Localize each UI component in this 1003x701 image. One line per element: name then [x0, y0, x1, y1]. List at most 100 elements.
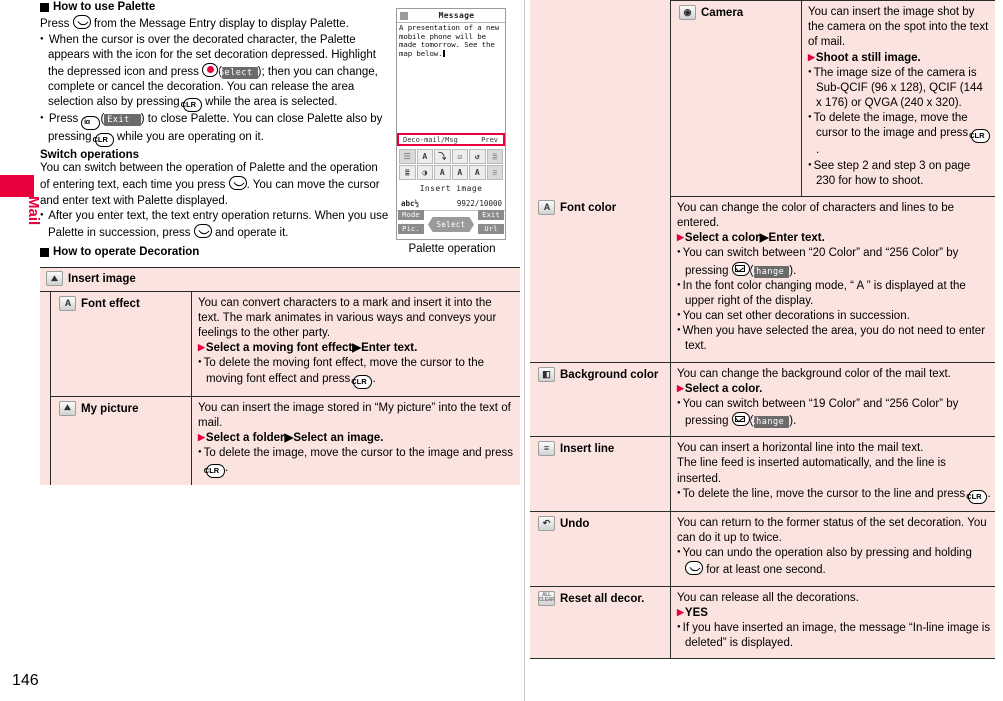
- reset-all-decor-icon: ALL CLEAR: [538, 590, 555, 606]
- mail-key-icon: [731, 412, 750, 427]
- paragraph-press-palette: Press from the Message Entry display to …: [40, 15, 390, 32]
- center-key-icon: [202, 62, 219, 77]
- bullet-line: When you have selected the area, you do …: [677, 324, 991, 354]
- palette-cell: ≡: [486, 165, 503, 180]
- row-desc-reset-all-decor: You can release all the decorations. ▶YE…: [670, 586, 995, 660]
- bullet-line: The image size of the camera is Sub-QCIF…: [808, 66, 991, 112]
- phone-softkey-url: Url: [478, 224, 504, 234]
- clr-key-icon: CLR: [204, 464, 225, 479]
- palette-cell: ⤵: [434, 149, 451, 164]
- clr-key-icon: CLR: [966, 489, 988, 504]
- group-header-row: ⛰ Insert image: [40, 267, 520, 292]
- step-line: ▶Select a folder▶Select an image.: [198, 431, 384, 444]
- figure-caption: Palette operation: [408, 243, 496, 255]
- palette-cell: A: [416, 149, 433, 164]
- row-label-font-color: A Font color: [530, 196, 671, 363]
- bullet-cursor-decorated: When the cursor is over the decorated ch…: [40, 33, 390, 113]
- decoration-table-right: ◉ Camera You can insert the image shot b…: [530, 0, 995, 660]
- figure-palette-operation: Message A presentation of a new mobile p…: [396, 8, 508, 255]
- row-label-background-color: ◧ Background color: [530, 362, 671, 438]
- phone-softkey-select: Select: [428, 217, 474, 232]
- bullet-after-enter-text: After you enter text, the text entry ope…: [40, 209, 390, 241]
- palette-cell: A: [469, 165, 486, 180]
- phone-softkey-pic: Pic.: [398, 224, 424, 234]
- call-key-icon: [72, 15, 91, 30]
- clr-key-icon: CLR: [351, 374, 373, 389]
- phone-screen-title: Message: [438, 11, 475, 20]
- row-label-reset-all-decor: ALL CLEAR Reset all decor.: [530, 586, 671, 660]
- paragraph-switch-operations: You can switch between the operation of …: [40, 162, 380, 207]
- row-label-camera: ◉ Camera: [670, 0, 802, 197]
- phone-palette-grid: ☰ A ⤵ ☑ ↺ ≣ ≣ ◑ A A A ≡: [397, 148, 505, 182]
- palette-cell: A: [434, 165, 451, 180]
- call-key-icon: [193, 223, 212, 238]
- row-label-insert-line: ≡ Insert line: [530, 436, 671, 512]
- row-desc-camera: You can insert the image shot by the cam…: [801, 0, 995, 197]
- palette-cell: ≣: [486, 149, 503, 164]
- indent-spacer: [40, 396, 51, 486]
- table-row: ◉ Camera You can insert the image shot b…: [530, 0, 995, 197]
- palette-cell: ≣: [399, 165, 416, 180]
- bullet-line: You can switch between “20 Color” and “2…: [677, 246, 991, 278]
- mail-key-icon: [731, 261, 750, 276]
- palette-cell: A: [451, 165, 468, 180]
- decoration-table-left: ⛰ Insert image A Font effect You can con…: [40, 267, 520, 486]
- bullet-line: To delete the line, move the cursor to t…: [677, 487, 991, 504]
- table-row: A Font color You can change the color of…: [530, 196, 995, 363]
- phone-softkey-area: Mode Exit Pic. Url Select: [397, 209, 505, 239]
- iappli-key-icon: iα: [81, 116, 101, 131]
- step-line: ▶Select a color.: [677, 382, 763, 395]
- manual-page: Mail 146 How to use Palette Press from t…: [0, 0, 1003, 701]
- phone-tab-deco-mail: Deco-mail/Msg: [403, 135, 458, 144]
- row-desc-font-effect: You can convert characters to a mark and…: [191, 291, 520, 397]
- table-row: ALL CLEAR Reset all decor. You can releas…: [530, 586, 995, 660]
- row-desc-font-color: You can change the color of characters a…: [670, 196, 995, 363]
- phone-tab-row: Deco-mail/Msg Prev: [397, 133, 505, 146]
- clr-key-icon: CLR: [969, 129, 991, 144]
- font-color-icon: A: [538, 200, 555, 216]
- bullet-line: See step 2 and step 3 on page 230 for ho…: [808, 159, 991, 189]
- image-icon: ⛰: [46, 271, 63, 287]
- softkey-exit: Exit: [104, 114, 141, 127]
- call-key-icon: [228, 176, 247, 191]
- phone-title-bar: Message: [397, 9, 505, 23]
- softkey-change: Change: [751, 265, 790, 278]
- step-line: ▶Select a color▶Enter text.: [677, 232, 825, 245]
- undo-icon: ↶: [538, 515, 555, 531]
- table-row: A Font effect You can convert characters…: [40, 291, 520, 397]
- bullet-line: You can set other decorations in success…: [677, 309, 991, 324]
- bullet-line: To delete the moving font effect, move t…: [198, 356, 516, 389]
- phone-char-count: 9922/10000: [456, 199, 502, 208]
- my-picture-icon: ⛰: [59, 400, 76, 416]
- table-row: ⛰ My picture You can insert the image st…: [40, 396, 520, 486]
- phone-message-body: A presentation of a new mobile phone wil…: [399, 23, 500, 58]
- row-desc-undo: You can return to the former status of t…: [670, 511, 995, 587]
- palette-cell: ◑: [416, 165, 433, 180]
- bullet-line: You can undo the operation also by press…: [677, 546, 991, 578]
- bullet-line: You can switch between “19 Color” and “2…: [677, 397, 991, 429]
- step-line: ▶Select a moving font effect▶Enter text.: [198, 342, 418, 355]
- call-key-icon: [685, 561, 703, 576]
- insert-line-icon: ≡: [538, 441, 555, 457]
- phone-input-mode: abc½: [401, 199, 420, 208]
- mail-tab-label: Mail: [25, 196, 42, 226]
- bullet-line: If you have inserted an image, the messa…: [677, 621, 991, 651]
- row-desc-my-picture: You can insert the image stored in “My p…: [191, 396, 520, 486]
- bullet-line: To delete the image, move the cursor to …: [808, 111, 991, 158]
- table-row: ↶ Undo You can return to the former stat…: [530, 511, 995, 587]
- palette-cell: ☰: [399, 149, 416, 164]
- table-row: ≡ Insert line You can insert a horizonta…: [530, 436, 995, 512]
- square-bullet-icon: [40, 247, 49, 257]
- phone-softkey-exit: Exit: [478, 210, 504, 220]
- heading-switch-operations: Switch operations: [40, 149, 140, 162]
- row-desc-background-color: You can change the background color of t…: [670, 362, 995, 438]
- table-row: ◧ Background color You can change the ba…: [530, 362, 995, 438]
- row-label-my-picture: ⛰ My picture: [50, 396, 192, 486]
- bullet-line: In the font color changing mode, “ A ” i…: [677, 279, 991, 309]
- palette-cell: ☑: [451, 149, 468, 164]
- row-label-font-effect: A Font effect: [50, 291, 192, 397]
- phone-tab-prev: Prev: [481, 135, 498, 144]
- page-number: 146: [12, 672, 39, 689]
- indent-spacer: [530, 0, 671, 197]
- bullet-line: To delete the image, move the cursor to …: [198, 446, 516, 479]
